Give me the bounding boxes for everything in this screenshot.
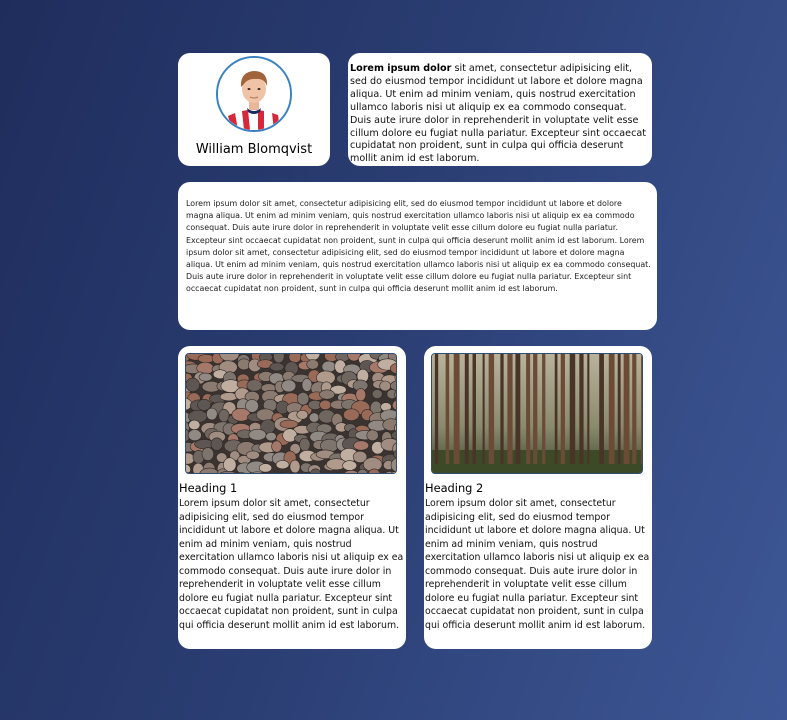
stone-shape [198, 372, 213, 382]
tree-trunk [579, 354, 584, 464]
tree-trunk [554, 354, 558, 464]
image-card-2: Heading 2 Lorem ipsum dolor sit amet, co… [424, 346, 652, 649]
stone-shape [265, 431, 277, 442]
stone-shape [246, 379, 263, 392]
intro-text: sit amet, consectetur adipisicing elit, … [350, 63, 646, 165]
stones-image [185, 353, 397, 474]
avatar [216, 56, 292, 132]
tree-trunk [641, 354, 642, 464]
tree-trunk [560, 354, 565, 464]
intro-card: Lorem ipsum dolor sit amet, consectetur … [348, 53, 652, 166]
image-card-1: Heading 1 Lorem ipsum dolor sit amet, co… [178, 346, 406, 649]
tree-trunk [445, 354, 450, 464]
stone-shape [210, 437, 223, 451]
stone-shape [342, 460, 358, 471]
long-text-paragraph: Lorem ipsum dolor sit amet, consectetur … [186, 199, 651, 294]
stone-shape [319, 389, 335, 400]
tree-trunk [623, 354, 630, 464]
profile-name: William Blomqvist [195, 142, 313, 157]
tree-trunk [515, 354, 521, 464]
tree-trunk [472, 354, 476, 464]
stone-shape [301, 472, 305, 473]
stone-shape [188, 419, 201, 431]
tree-trunk [507, 354, 513, 464]
stone-shape [186, 377, 200, 392]
forest-illustration [432, 354, 642, 473]
forest-image [431, 353, 643, 474]
stone-shape [371, 389, 383, 399]
stone-shape [201, 447, 215, 461]
tree-trunk [599, 354, 604, 464]
stone-shape [197, 398, 212, 411]
stone-shape [321, 360, 336, 373]
stone-shape [275, 460, 290, 470]
tree-trunk [608, 354, 615, 464]
stone-shape [248, 428, 267, 441]
tree-trunk [453, 354, 460, 464]
tree-trunk [526, 354, 531, 464]
stone-shape [187, 429, 202, 442]
stone-shape [271, 440, 283, 453]
stone-shape [319, 399, 332, 411]
tree-trunk [632, 354, 637, 464]
stone-shape [269, 362, 285, 372]
stone-shape [206, 407, 218, 421]
stone-shape [296, 409, 309, 420]
stone-shape [355, 388, 367, 402]
stone-shape [258, 463, 273, 473]
tree-trunk [500, 354, 504, 464]
tree-trunk [464, 354, 469, 464]
tree-trunk [434, 354, 439, 464]
stone-shape [306, 359, 319, 370]
stone-shape [299, 437, 311, 452]
stone-shape [366, 429, 379, 442]
stone-shape [343, 408, 360, 421]
tree-trunk [542, 354, 546, 464]
card-heading: Heading 1 [179, 481, 238, 495]
card-text: Lorem ipsum dolor sit amet, consectetur … [179, 498, 404, 631]
long-text-card: Lorem ipsum dolor sit amet, consectetur … [178, 182, 657, 330]
stone-shape [281, 379, 297, 393]
intro-bold: Lorem ipsum dolor [350, 63, 452, 74]
tree-trunk [617, 354, 621, 464]
stone-shape [308, 412, 320, 423]
tree-trunk [482, 354, 485, 464]
stones-illustration [186, 354, 396, 473]
tree-trunk [488, 354, 495, 464]
stone-shape [301, 378, 313, 392]
stone-shape [353, 440, 370, 451]
profile-photo [218, 58, 290, 130]
stone-shape [379, 380, 392, 392]
stone-shape [288, 354, 302, 363]
card-text: Lorem ipsum dolor sit amet, consectetur … [425, 498, 650, 631]
profile-card: William Blomqvist [178, 53, 330, 166]
stone-shape [246, 450, 260, 460]
tree-trunk [587, 354, 590, 464]
stone-shape [289, 459, 301, 473]
card-heading: Heading 2 [425, 481, 484, 495]
tree-trunk [569, 354, 576, 464]
stone-shape [231, 407, 251, 422]
tree-trunk [533, 354, 538, 464]
stone-shape [255, 408, 275, 422]
intro-paragraph: Lorem ipsum dolor sit amet, consectetur … [350, 63, 650, 166]
